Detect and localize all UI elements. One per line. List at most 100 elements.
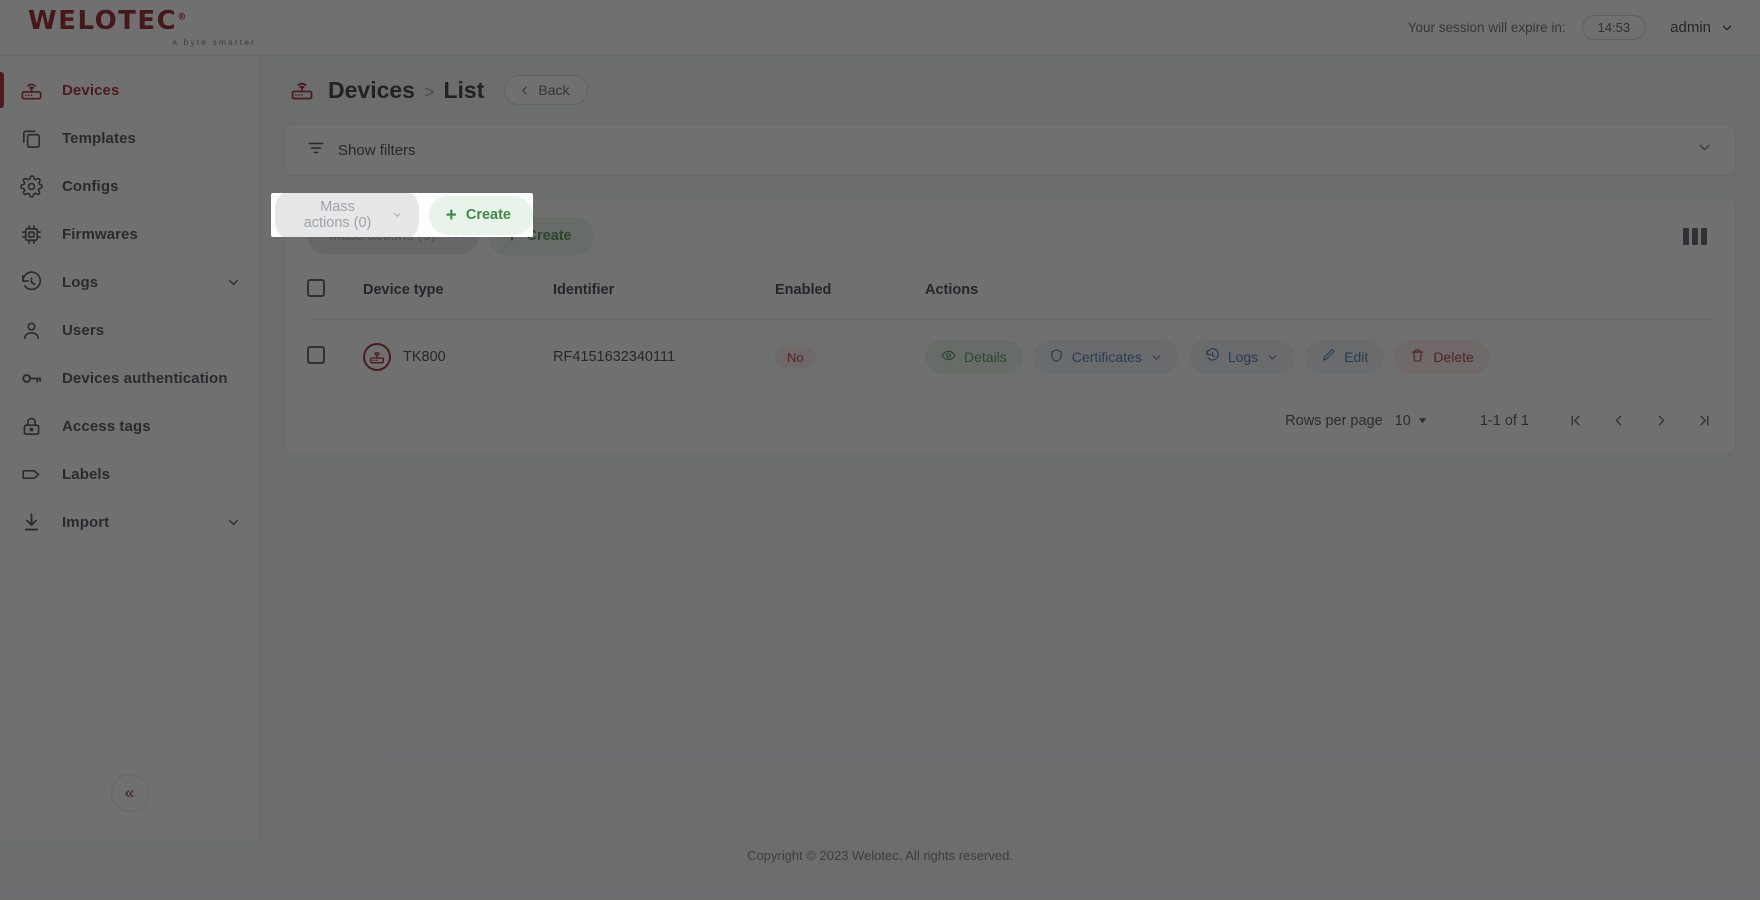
chevron-down-icon[interactable] (226, 515, 241, 530)
column-header-device-type[interactable]: Device type (363, 273, 553, 320)
copyright-text: Copyright © 2023 Welotec. All rights res… (747, 848, 1013, 863)
user-icon (0, 319, 62, 342)
user-menu[interactable]: admin (1662, 19, 1734, 36)
sidebar-item-label: Labels (62, 465, 111, 483)
main-content: Devices > List Back Show filters Create … (260, 56, 1760, 840)
delete-button[interactable]: Delete (1394, 340, 1490, 374)
application-root: WELOTEC® a byte smarter Your session wil… (0, 0, 1760, 900)
column-bar (1701, 227, 1707, 245)
table-header-row: Device type Identifier Enabled Actions (307, 273, 1713, 320)
pagination-range: 1-1 of 1 (1479, 412, 1529, 429)
highlight-spotlight: Mass actions (0) + Create (271, 193, 533, 237)
first-page-button[interactable] (1567, 412, 1584, 429)
rows-per-page-label: Rows per page (1285, 412, 1383, 429)
breadcrumb-current: List (443, 76, 485, 103)
cell-identifier: RF4151632340111 (553, 349, 676, 365)
mass-actions-label: Mass actions (0) (303, 199, 372, 231)
cell-enabled: No (775, 320, 925, 395)
next-page-button[interactable] (1653, 412, 1670, 429)
brand-name: WELOTEC® (28, 8, 260, 34)
column-header-identifier[interactable]: Identifier (553, 273, 775, 320)
mass-actions-button-highlight[interactable]: Mass actions (0) (275, 193, 419, 237)
edit-button[interactable]: Edit (1305, 340, 1385, 374)
session-expiry-label: Your session will expire in: (1407, 20, 1566, 35)
trash-icon (1410, 348, 1425, 366)
filter-icon (307, 139, 325, 161)
sidebar-item-label: Access tags (62, 417, 151, 435)
show-filters-left: Show filters (307, 139, 416, 161)
select-all-checkbox[interactable] (307, 279, 325, 297)
chevron-down-icon[interactable] (226, 275, 241, 290)
double-chevron-left-icon: « (124, 783, 135, 802)
chevron-down-icon (1418, 418, 1426, 424)
sidebar-item-label: Configs (62, 177, 119, 195)
breadcrumb: Devices > List Back (284, 56, 1736, 124)
rows-per-page-value: 10 (1394, 412, 1411, 429)
top-bar-right: Your session will expire in: 14:53 admin (1408, 15, 1734, 40)
brand-name-text: WELOTEC (28, 6, 178, 36)
create-button-label: Create (465, 207, 511, 223)
column-header-enabled[interactable]: Enabled (775, 273, 925, 320)
router-icon (363, 343, 391, 371)
sidebar-item-logs[interactable]: Logs (0, 258, 259, 306)
device-type-value: TK800 (403, 349, 446, 365)
lock-icon (0, 415, 62, 438)
row-checkbox[interactable] (307, 346, 325, 364)
certificates-button[interactable]: Certificates (1032, 340, 1179, 374)
sidebar-item-label: Devices authentication (62, 369, 228, 387)
devices-table: Device type Identifier Enabled Actions T… (307, 273, 1713, 394)
status-badge: No (775, 346, 816, 368)
pagination: Rows per page 10 1-1 of 1 (307, 394, 1713, 433)
show-filters-label: Show filters (338, 141, 416, 159)
cell-actions: Details Certificates Logs Edit Delete (925, 320, 1713, 395)
sidebar-item-label: Firmwares (62, 225, 138, 243)
router-icon (290, 78, 314, 102)
prev-page-button[interactable] (1610, 412, 1627, 429)
top-bar: WELOTEC® a byte smarter Your session wil… (0, 0, 1760, 56)
brand-tagline: a byte smarter (172, 37, 256, 47)
back-button-label: Back (538, 82, 570, 98)
details-button-label: Details (964, 349, 1007, 365)
details-button[interactable]: Details (925, 340, 1023, 374)
table-head: Device type Identifier Enabled Actions (307, 273, 1713, 320)
column-settings-button[interactable] (1677, 222, 1713, 251)
show-filters-panel[interactable]: Show filters (284, 124, 1736, 176)
sidebar-item-label: Users (62, 321, 105, 339)
logs-button-label: Logs (1227, 349, 1259, 365)
chevron-down-icon (1268, 354, 1277, 360)
sidebar-item-label: Import (62, 513, 110, 531)
sidebar-item-configs[interactable]: Configs (0, 162, 259, 210)
tag-icon (0, 463, 62, 486)
back-button[interactable]: Back (504, 75, 588, 105)
sidebar-item-label: Devices (62, 81, 120, 99)
chevron-down-icon[interactable] (1696, 139, 1713, 161)
brand-logo[interactable]: WELOTEC® a byte smarter (0, 8, 260, 47)
cell-device-type: TK800 (363, 320, 553, 395)
column-bar (1692, 227, 1698, 245)
sidebar-item-templates[interactable]: Templates (0, 114, 259, 162)
download-icon (0, 511, 62, 534)
sidebar-item-devices[interactable]: Devices (0, 66, 259, 114)
sidebar-item-firmwares[interactable]: Firmwares (0, 210, 259, 258)
sidebar-item-import[interactable]: Import (0, 498, 259, 546)
sidebar-footer: « (0, 774, 259, 840)
delete-button-label: Delete (1433, 349, 1474, 365)
key-icon (0, 367, 62, 390)
table-body: TK800 RF4151632340111 No Details Certifi… (307, 320, 1713, 395)
sidebar-item-users[interactable]: Users (0, 306, 259, 354)
pencil-icon (1321, 348, 1336, 366)
last-page-button[interactable] (1696, 412, 1713, 429)
plus-icon: + (445, 204, 457, 226)
breadcrumb-root[interactable]: Devices (328, 77, 415, 104)
brand-trademark: ® (177, 12, 188, 23)
logs-button[interactable]: Logs (1188, 340, 1296, 374)
page-footer: Copyright © 2023 Welotec. All rights res… (0, 840, 1760, 900)
sidebar-item-devices-authentication[interactable]: Devices authentication (0, 354, 259, 402)
sidebar: Devices Templates Configs Firmwares Logs… (0, 56, 260, 840)
sidebar-item-labels[interactable]: Labels (0, 450, 259, 498)
sidebar-collapse-button[interactable]: « (110, 774, 149, 812)
create-button-highlight[interactable]: + Create (428, 195, 533, 235)
rows-per-page-select[interactable]: 10 (1395, 413, 1428, 429)
sidebar-item-access-tags[interactable]: Access tags (0, 402, 259, 450)
create-button-label: Create (526, 228, 572, 244)
